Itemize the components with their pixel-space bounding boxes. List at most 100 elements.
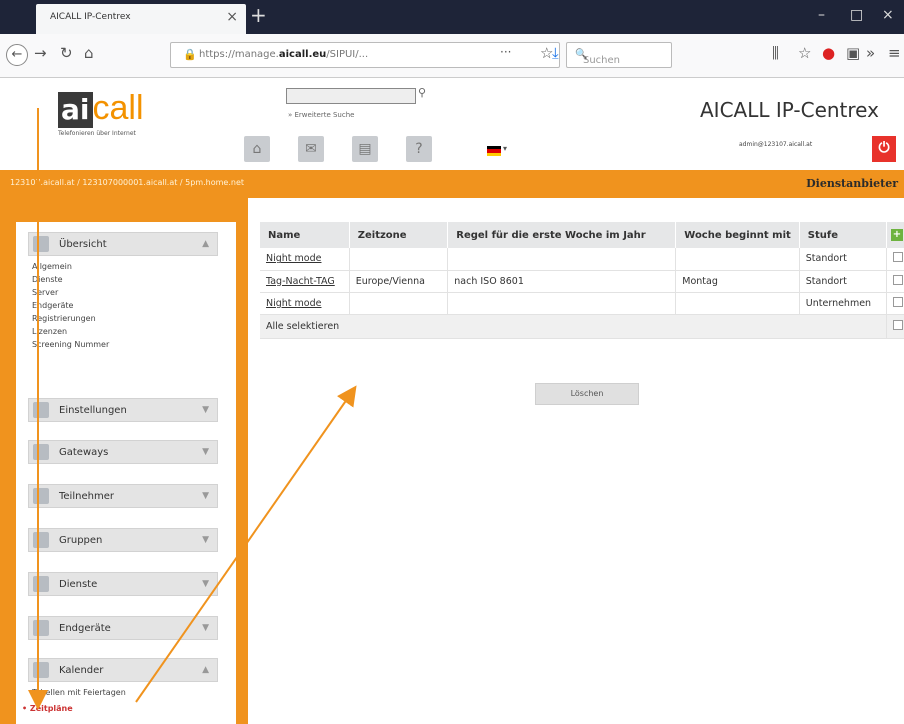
row-checkbox[interactable] (892, 274, 903, 285)
main-content: Name Zeitzone Regel für die erste Woche … (248, 198, 904, 724)
sidebar-toggle-icon[interactable]: ▣ (846, 44, 860, 62)
column-header[interactable]: Stufe (799, 222, 887, 248)
menu-icon[interactable]: ≡ (888, 44, 901, 62)
sidebar-item-lizenzen[interactable]: Lizenzen (32, 327, 67, 336)
table-cell (349, 292, 449, 315)
page-title: AICALL IP-Centrex (700, 98, 879, 122)
sidebar-section-teilnehmer[interactable]: Teilnehmer ▼ (28, 484, 218, 508)
page-actions-icon[interactable]: ··· (500, 45, 511, 59)
column-header[interactable]: Name (260, 222, 350, 248)
sidebar-item-allgemein[interactable]: Allgemein (32, 262, 72, 271)
sidebar-section-gateways[interactable]: Gateways ▼ (28, 440, 218, 464)
breadcrumb-bar: 123107.aicall.at / 123107000001.aicall.a… (0, 170, 904, 198)
app-search-input[interactable] (286, 88, 416, 104)
mail-icon[interactable]: ✉ (298, 136, 324, 162)
sidebar-item-screening[interactable]: Screening Nummer (32, 340, 109, 349)
settings-icon (33, 402, 49, 418)
column-header[interactable]: Zeitzone (349, 222, 449, 248)
sidebar: Übersicht ▲ Allgemein Dienste Server End… (16, 222, 236, 724)
close-tab-icon[interactable]: × (226, 9, 238, 25)
help-icon[interactable]: ? (406, 136, 432, 162)
row-name-link[interactable]: Night mode (266, 253, 321, 264)
sidebar-item-server[interactable]: Server (32, 288, 58, 297)
delete-button[interactable]: Löschen (535, 383, 639, 405)
chevron-icon: ▼ (202, 535, 209, 545)
users-icon (33, 488, 49, 504)
close-window-icon[interactable]: × (882, 7, 894, 23)
sidebar-item-zeitplaene[interactable]: • Zeitpläne (22, 704, 73, 713)
advanced-search-link[interactable]: » Erweiterte Suche (288, 111, 354, 119)
table-cell (349, 248, 449, 271)
groups-icon (33, 532, 49, 548)
sidebar-item-dienste[interactable]: Dienste (32, 275, 63, 284)
row-name-link[interactable]: Night mode (266, 298, 321, 309)
chevron-icon: ▼ (202, 405, 209, 415)
logo-subtitle: Telefonieren über Internet (58, 130, 136, 137)
reload-icon[interactable]: ↻ (60, 44, 73, 62)
calendar-icon (33, 662, 49, 678)
home-icon[interactable]: ⌂ (244, 136, 270, 162)
column-header[interactable]: Woche beginnt mit (675, 222, 800, 248)
row-checkbox[interactable] (892, 252, 903, 263)
search-icon[interactable]: ⚲ (418, 86, 426, 99)
table-cell (447, 248, 677, 271)
extension-icon[interactable]: ● (822, 44, 835, 62)
breadcrumb[interactable]: 123107.aicall.at / 123107000001.aicall.a… (10, 178, 244, 187)
row-checkbox[interactable] (892, 296, 903, 307)
table-cell: Standort (799, 270, 887, 293)
add-column: + (886, 222, 904, 248)
home-icon[interactable]: ⌂ (84, 44, 94, 62)
library-icon[interactable]: ⫼ (772, 44, 779, 62)
german-flag-icon[interactable] (487, 146, 501, 156)
sidebar-section-overview[interactable]: Übersicht ▲ (28, 232, 218, 256)
folder-icon[interactable]: ▤ (352, 136, 378, 162)
back-arrow-icon[interactable]: ← (6, 44, 28, 66)
table-row[interactable]: Tag-Nacht-TAG Europe/Vienna nach ISO 860… (260, 270, 904, 293)
sidebar-section-kalender[interactable]: Kalender ▲ (28, 658, 218, 682)
sidebar-section-gruppen[interactable]: Gruppen ▼ (28, 528, 218, 552)
column-header[interactable]: Regel für die erste Woche im Jahr (447, 222, 677, 248)
sidebar-item-feiertage[interactable]: Tabellen mit Feiertagen (32, 688, 126, 697)
user-label: admin@123107.aicall.at (739, 141, 813, 148)
sidebar-item-endgeraete[interactable]: Endgeräte (32, 301, 73, 310)
browser-navbar: ← → ↻ ⌂ 🔒 https://manage.aicall.eu/SIPUI… (0, 34, 904, 78)
sidebar-section-dienste[interactable]: Dienste ▼ (28, 572, 218, 596)
services-icon (33, 576, 49, 592)
schedule-table: Name Zeitzone Regel für die erste Woche … (260, 222, 904, 339)
table-row[interactable]: Night mode Standort (260, 248, 904, 271)
reader-star-icon[interactable]: ☆ (798, 44, 811, 62)
download-icon[interactable]: ⤓ (552, 44, 559, 62)
chevron-icon: ▼ (202, 623, 209, 633)
table-row[interactable]: Night mode Unternehmen (260, 292, 904, 315)
overflow-icon[interactable]: » (866, 44, 875, 62)
browser-tabbar: AICALL IP-Centrex × + – □ × (0, 0, 904, 34)
add-icon[interactable]: + (890, 229, 903, 241)
chevron-down-icon: ▾ (503, 144, 508, 153)
app-header: aicall Telefonieren über Internet ⚲ » Er… (0, 78, 904, 170)
aicall-logo[interactable]: aicall Telefonieren über Internet (58, 90, 144, 137)
row-name-link[interactable]: Tag-Nacht-TAG (266, 276, 335, 287)
minimize-icon[interactable]: – (818, 7, 825, 23)
new-tab-button[interactable]: + (250, 5, 267, 25)
overview-icon (33, 236, 49, 252)
browser-tab[interactable]: AICALL IP-Centrex × (36, 4, 246, 34)
devices-icon (33, 620, 49, 636)
power-icon[interactable]: ⏻ (872, 136, 896, 162)
table-cell (675, 292, 800, 315)
table-cell: Standort (799, 248, 887, 271)
sidebar-section-einstellungen[interactable]: Einstellungen ▼ (28, 398, 218, 422)
forward-arrow-icon[interactable]: → (34, 44, 47, 62)
select-all-label: Alle selektieren (260, 314, 887, 339)
browser-search-input[interactable]: 🔍 Suchen (566, 42, 672, 68)
sidebar-item-registrierungen[interactable]: Registrierungen (32, 314, 96, 323)
chevron-icon: ▼ (202, 579, 209, 589)
url-text: https://manage.aicall.eu/SIPUI/... (199, 49, 369, 60)
sidebar-section-endgeraete[interactable]: Endgeräte ▼ (28, 616, 218, 640)
table-cell: Europe/Vienna (349, 270, 449, 293)
maximize-icon[interactable]: □ (850, 7, 863, 23)
table-cell: nach ISO 8601 (447, 270, 677, 293)
select-all-checkbox[interactable] (892, 319, 903, 330)
chevron-icon: ▲ (202, 239, 209, 249)
chevron-icon: ▼ (202, 491, 209, 501)
table-cell: Montag (675, 270, 800, 293)
